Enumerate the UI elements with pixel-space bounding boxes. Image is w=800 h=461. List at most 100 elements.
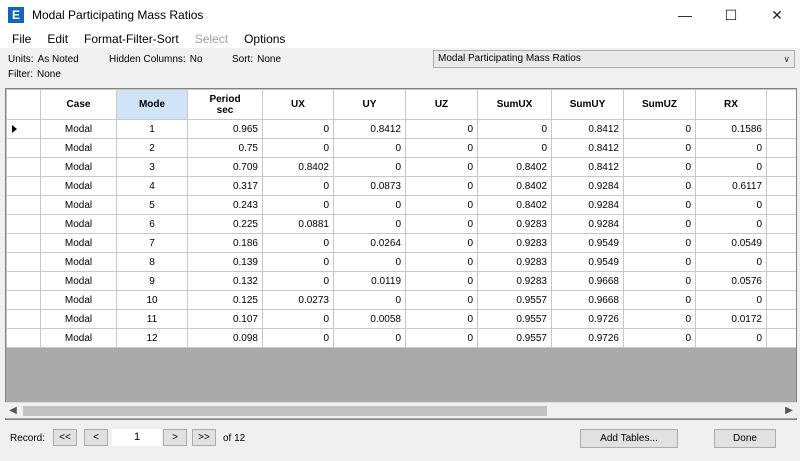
table-cell[interactable]: 0.9549 [551,252,624,272]
table-cell[interactable]: 0 [333,252,406,272]
table-cell[interactable]: 0 [623,176,696,196]
table-cell[interactable]: 0 [695,290,767,310]
table-cell[interactable]: 0.9549 [551,233,624,253]
row-header[interactable] [6,252,41,272]
row-header[interactable] [6,290,41,310]
table-row[interactable]: Modal 11 0.107 0 0.0058 0 0.9557 0.9726 0 0.0172 [6,309,796,329]
table-cell[interactable]: 5 [116,195,188,215]
row-header[interactable] [6,157,41,177]
table-cell[interactable]: 0.0576 [695,271,767,291]
table-cell[interactable]: 0.0873 [333,176,406,196]
table-cell[interactable]: Modal [40,233,117,253]
row-header[interactable] [6,214,41,234]
table-row[interactable]: Modal 4 0.317 0 0.0873 0 0.8402 0.9284 0 0.6117 [6,176,796,196]
table-cell[interactable]: 0 [262,252,334,272]
table-cell[interactable]: 0 [477,138,552,158]
table-cell[interactable]: 0.243 [187,195,263,215]
maximize-button[interactable]: ☐ [708,0,754,30]
column-header-uz[interactable]: UZ [405,89,478,120]
table-cell[interactable]: 9 [116,271,188,291]
table-cell[interactable]: 0 [405,328,478,348]
table-cell[interactable]: 0.9283 [477,214,552,234]
table-cell[interactable]: 0 [477,119,552,139]
table-cell[interactable]: 0 [623,290,696,310]
table-cell[interactable]: 0 [623,138,696,158]
table-cell[interactable]: 0.0549 [695,233,767,253]
table-cell[interactable]: 0 [405,157,478,177]
table-cell[interactable]: 0.8402 [262,157,334,177]
column-header-ux[interactable]: UX [262,89,334,120]
table-cell[interactable]: 0.75 [187,138,263,158]
minimize-button[interactable]: — [662,0,708,30]
row-header[interactable] [6,195,41,215]
table-cell[interactable]: 0 [405,233,478,253]
table-row[interactable]: Modal 2 0.75 0 0 0 0 0.8412 0 0 [6,138,796,158]
column-header-sumuz[interactable]: SumUZ [623,89,696,120]
table-cell[interactable]: 0 [405,290,478,310]
table-cell[interactable]: 0.0264 [333,233,406,253]
table-cell[interactable]: Modal [40,119,117,139]
table-cell[interactable]: 0.9668 [551,290,624,310]
table-row[interactable]: Modal 5 0.243 0 0 0 0.8402 0.9284 0 0 [6,195,796,215]
column-header-sumux[interactable]: SumUX [477,89,552,120]
table-cell[interactable]: 0 [695,157,767,177]
table-cell[interactable]: Modal [40,195,117,215]
table-cell[interactable]: 0.8412 [551,157,624,177]
table-cell[interactable]: 0 [623,195,696,215]
first-record-button[interactable]: << [53,429,77,446]
table-cell[interactable]: 0.9557 [477,328,552,348]
table-cell[interactable]: 0.8402 [477,176,552,196]
table-cell[interactable]: 0.0881 [262,214,334,234]
table-cell[interactable]: 8 [116,252,188,272]
table-cell[interactable]: 0.965 [187,119,263,139]
table-cell[interactable]: 0 [695,328,767,348]
menu-file[interactable]: File [4,32,39,46]
row-header[interactable] [6,328,41,348]
table-cell[interactable]: 10 [116,290,188,310]
corner-header[interactable] [6,89,41,120]
table-cell[interactable]: 0.8412 [551,138,624,158]
table-cell[interactable]: 0.0172 [695,309,767,329]
table-cell[interactable]: 2 [116,138,188,158]
table-cell[interactable]: 0.9284 [551,176,624,196]
table-cell[interactable]: 0 [405,252,478,272]
column-header-period[interactable]: Period sec [187,89,263,120]
table-cell[interactable]: 0.9283 [477,233,552,253]
table-cell[interactable]: 0.317 [187,176,263,196]
table-cell[interactable]: 0.0273 [262,290,334,310]
table-cell[interactable]: 0.8402 [477,157,552,177]
table-cell[interactable]: 0 [262,119,334,139]
scroll-right-icon[interactable]: ▶ [781,403,797,419]
record-input[interactable]: 1 [112,429,162,446]
table-cell[interactable]: 1 [116,119,188,139]
table-cell[interactable]: 0 [623,252,696,272]
table-cell[interactable]: 0 [405,138,478,158]
table-cell[interactable]: 0.6117 [695,176,767,196]
table-cell[interactable]: 11 [116,309,188,329]
table-cell[interactable]: 0 [405,176,478,196]
table-cell[interactable]: 0 [405,119,478,139]
scroll-left-icon[interactable]: ◀ [5,403,21,419]
table-cell[interactable]: 0 [405,271,478,291]
table-cell[interactable]: 0.0119 [333,271,406,291]
table-cell[interactable]: 0 [623,119,696,139]
column-header-uy[interactable]: UY [333,89,406,120]
scrollbar-thumb[interactable] [23,406,547,416]
row-header[interactable] [6,309,41,329]
table-cell[interactable]: 0 [405,195,478,215]
table-cell[interactable]: 0 [262,176,334,196]
table-cell[interactable]: 0.9284 [551,195,624,215]
table-cell[interactable]: 0 [695,252,767,272]
last-record-button[interactable]: >> [192,429,216,446]
table-cell[interactable]: 0 [262,271,334,291]
table-cell[interactable]: Modal [40,214,117,234]
table-row[interactable]: Modal 7 0.186 0 0.0264 0 0.9283 0.9549 0 0.0549 [6,233,796,253]
column-header-case[interactable]: Case [40,89,117,120]
table-cell[interactable]: Modal [40,138,117,158]
table-row[interactable]: Modal 9 0.132 0 0.0119 0 0.9283 0.9668 0 0.0576 [6,271,796,291]
table-cell[interactable]: 0.8402 [477,195,552,215]
previous-record-button[interactable]: < [84,429,108,446]
table-cell[interactable]: 0.0058 [333,309,406,329]
table-cell[interactable]: 6 [116,214,188,234]
done-button[interactable]: Done [714,429,776,448]
